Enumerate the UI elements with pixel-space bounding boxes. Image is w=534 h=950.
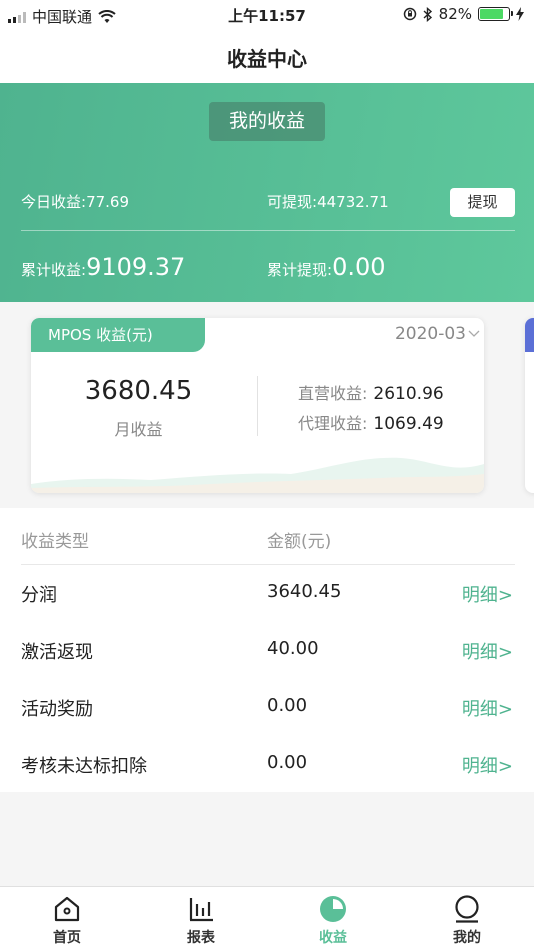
agent-earnings: 代理收益: 1069.49 [298, 410, 444, 434]
earnings-card-carousel[interactable]: MPOS 收益(元) 2020-03 3680.45 月收益 直营收益: 2610… [0, 302, 534, 508]
total-withdraw-label: 累计提现: [267, 261, 333, 279]
row-type: 考核未达标扣除 [21, 756, 147, 777]
month-selector[interactable]: 2020-03 [395, 324, 480, 344]
direct-earnings-label: 直营收益: [298, 384, 368, 403]
row-type: 激活返现 [21, 642, 93, 663]
banner-divider [21, 230, 515, 231]
row-amount: 0.00 [267, 752, 308, 773]
tab-mine[interactable]: 我的 [400, 887, 534, 950]
direct-earnings: 直营收益: 2610.96 [298, 380, 444, 404]
detail-link[interactable]: 明细> [462, 638, 513, 664]
pie-chart-icon [320, 896, 346, 922]
direct-earnings-value: 2610.96 [373, 384, 444, 404]
row-amount: 40.00 [267, 638, 319, 659]
header-amount: 金额(元) [267, 532, 332, 552]
agent-earnings-label: 代理收益: [298, 414, 368, 433]
tab-bar: 首页 报表 收益 我的 [0, 886, 534, 950]
status-right: 82% [403, 5, 524, 23]
bluetooth-icon [423, 6, 432, 22]
battery-percent: 82% [438, 5, 472, 23]
row-amount: 3640.45 [267, 581, 342, 602]
battery-fill [480, 9, 503, 19]
detail-link[interactable]: 明细> [462, 581, 513, 607]
total-income: 累计收益:9109.37 [21, 253, 185, 281]
charging-icon [516, 7, 524, 21]
my-earnings-pill: 我的收益 [209, 102, 325, 141]
total-withdraw: 累计提现:0.00 [267, 253, 386, 281]
tab-earnings-label: 收益 [319, 930, 347, 946]
tab-earnings[interactable]: 收益 [266, 887, 400, 950]
row-type: 活动奖励 [21, 699, 93, 720]
tab-reports-label: 报表 [187, 930, 215, 946]
income-table: 收益类型 金额(元) 分润 3640.45 明细> 激活返现 40.00 明细>… [0, 508, 534, 792]
table-row: 分润 3640.45 明细> [0, 565, 534, 622]
home-icon [54, 896, 80, 922]
total-withdraw-value: 0.00 [332, 253, 386, 281]
decorative-wave [31, 457, 484, 493]
withdrawable-label: 可提现: [267, 193, 318, 211]
month-earnings-label: 月收益 [114, 420, 163, 439]
agent-earnings-value: 1069.49 [373, 414, 444, 434]
page-title: 收益中心 [227, 47, 307, 71]
card-tag: MPOS 收益(元) [31, 318, 205, 352]
month-earnings-value: 3680.45 [84, 376, 193, 406]
total-income-label: 累计收益: [21, 261, 87, 279]
card-divider [257, 376, 258, 436]
orientation-lock-icon [403, 7, 416, 21]
withdrawable-value: 44732.71 [317, 193, 389, 211]
earnings-banner: 我的收益 今日收益:77.69 可提现:44732.71 提现 累计收益:910… [0, 83, 534, 302]
nav-bar: 收益中心 [0, 30, 534, 83]
withdraw-button[interactable]: 提现 [450, 188, 515, 217]
withdrawable-amount: 可提现:44732.71 [267, 191, 389, 212]
table-row: 活动奖励 0.00 明细> [0, 679, 534, 736]
total-income-value: 9109.37 [86, 253, 186, 281]
mpos-earnings-card[interactable]: MPOS 收益(元) 2020-03 3680.45 月收益 直营收益: 2610… [31, 318, 484, 493]
tab-reports[interactable]: 报表 [134, 887, 268, 950]
table-row: 考核未达标扣除 0.00 明细> [0, 736, 534, 793]
today-earnings: 今日收益:77.69 [21, 191, 129, 212]
today-earnings-value: 77.69 [86, 193, 130, 211]
today-earnings-label: 今日收益: [21, 193, 87, 211]
row-amount: 0.00 [267, 695, 308, 716]
tab-home[interactable]: 首页 [0, 887, 134, 950]
user-icon [455, 895, 479, 923]
status-bar: 中国联通 上午11:57 82% [0, 0, 534, 30]
tab-mine-label: 我的 [453, 930, 481, 946]
detail-link[interactable]: 明细> [462, 695, 513, 721]
table-row: 激活返现 40.00 明细> [0, 622, 534, 679]
bar-chart-icon [189, 898, 213, 922]
month-selector-value: 2020-03 [394, 324, 466, 344]
next-card-peek[interactable] [525, 318, 534, 493]
header-type: 收益类型 [21, 532, 89, 552]
table-header: 收益类型 金额(元) [0, 508, 534, 565]
tab-home-label: 首页 [53, 930, 81, 946]
row-type: 分润 [21, 585, 57, 606]
battery-icon [478, 7, 513, 21]
chevron-down-icon [468, 330, 480, 337]
detail-link[interactable]: 明细> [462, 752, 513, 778]
